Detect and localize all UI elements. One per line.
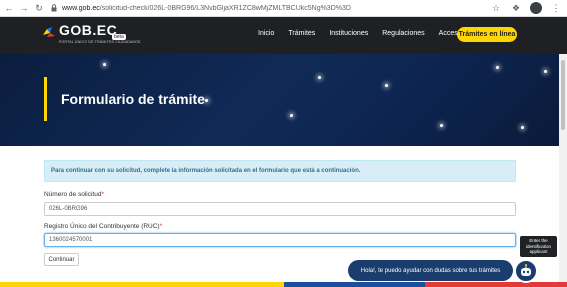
hero-glow-dot xyxy=(521,126,524,129)
extensions-puzzle-icon[interactable]: ❖ xyxy=(509,1,523,15)
hero-glow-dot xyxy=(318,76,321,79)
robot-icon xyxy=(521,264,531,276)
hero-accent-bar xyxy=(44,77,47,121)
url-path: /solicitud-check/026L-0BRG96/L3NvbGljaXR… xyxy=(99,4,351,12)
page-title: Formulario de trámite xyxy=(61,91,205,107)
solicitud-label: Número de solicitud* xyxy=(44,191,104,198)
flag-red xyxy=(425,282,567,287)
hero-glow-dot xyxy=(385,84,388,87)
main-nav: Inicio Trámites Instituciones Regulacion… xyxy=(258,30,476,37)
hero-glow-dot xyxy=(103,63,106,66)
tooltip: Enter the identification applicant xyxy=(520,236,557,257)
hero-glow-dot xyxy=(440,124,443,127)
profile-avatar[interactable] xyxy=(529,1,543,15)
nav-item-regulaciones[interactable]: Regulaciones xyxy=(382,30,424,37)
logo-text: GOB.EC xyxy=(59,22,118,38)
chatbot-avatar-icon[interactable] xyxy=(514,259,538,283)
lock-icon[interactable] xyxy=(49,2,59,14)
solicitud-label-text: Número de solicitud xyxy=(44,191,102,198)
forward-arrow-icon[interactable]: → xyxy=(18,1,30,15)
gob-ec-logo[interactable]: GOB.EC beta PORTAL ÚNICO DE TRÁMITES CIU… xyxy=(42,22,142,50)
hero-glow-dot xyxy=(205,99,208,102)
hero-glow-dot xyxy=(496,66,499,69)
flag-stripe xyxy=(0,282,567,287)
hero-glow-dot xyxy=(544,70,547,73)
scrollbar-thumb[interactable] xyxy=(561,60,565,130)
required-asterisk: * xyxy=(101,191,104,198)
ruc-label-text: Registro Único del Contribuyente (RUC) xyxy=(44,223,160,230)
nav-item-instituciones[interactable]: Instituciones xyxy=(329,30,368,37)
required-asterisk: * xyxy=(159,223,163,230)
ruc-label: Registro Único del Contribuyente (RUC)* xyxy=(44,223,162,230)
flag-yellow xyxy=(0,282,284,287)
logo-subtitle: PORTAL ÚNICO DE TRÁMITES CIUDADANOS xyxy=(59,40,141,44)
tramites-en-linea-button[interactable]: Trámites en línea xyxy=(457,27,517,42)
ruc-input[interactable]: 1360024570001 xyxy=(44,233,516,247)
more-menu-icon[interactable]: ⋮ xyxy=(549,1,563,15)
hero-banner: Formulario de trámite xyxy=(0,54,567,146)
back-arrow-icon[interactable]: ← xyxy=(3,1,15,15)
nav-item-inicio[interactable]: Inicio xyxy=(258,30,274,37)
browser-toolbar: ← → ↻ www.gob.ec/solicitud-check/026L-0B… xyxy=(0,0,567,17)
address-bar[interactable]: www.gob.ec/solicitud-check/026L-0BRG96/L… xyxy=(62,5,502,12)
site-header: GOB.EC beta PORTAL ÚNICO DE TRÁMITES CIU… xyxy=(0,17,567,54)
chat-bubble[interactable]: Hola!, te puedo ayudar con dudas sobre t… xyxy=(348,260,513,281)
logo-mark-icon xyxy=(43,27,55,37)
flag-blue xyxy=(283,282,426,287)
continuar-button[interactable]: Continuar xyxy=(44,253,79,266)
nav-item-tramites[interactable]: Trámites xyxy=(288,30,315,37)
info-alert: Para continuar con su solicitud, complet… xyxy=(44,160,516,182)
reload-icon[interactable]: ↻ xyxy=(33,1,45,15)
url-host: www.gob.ec xyxy=(62,4,100,12)
solicitud-number-input[interactable]: 026L-0BRG96 xyxy=(44,202,516,216)
star-bookmark-icon[interactable]: ☆ xyxy=(489,1,503,15)
hero-glow-dot xyxy=(290,114,293,117)
